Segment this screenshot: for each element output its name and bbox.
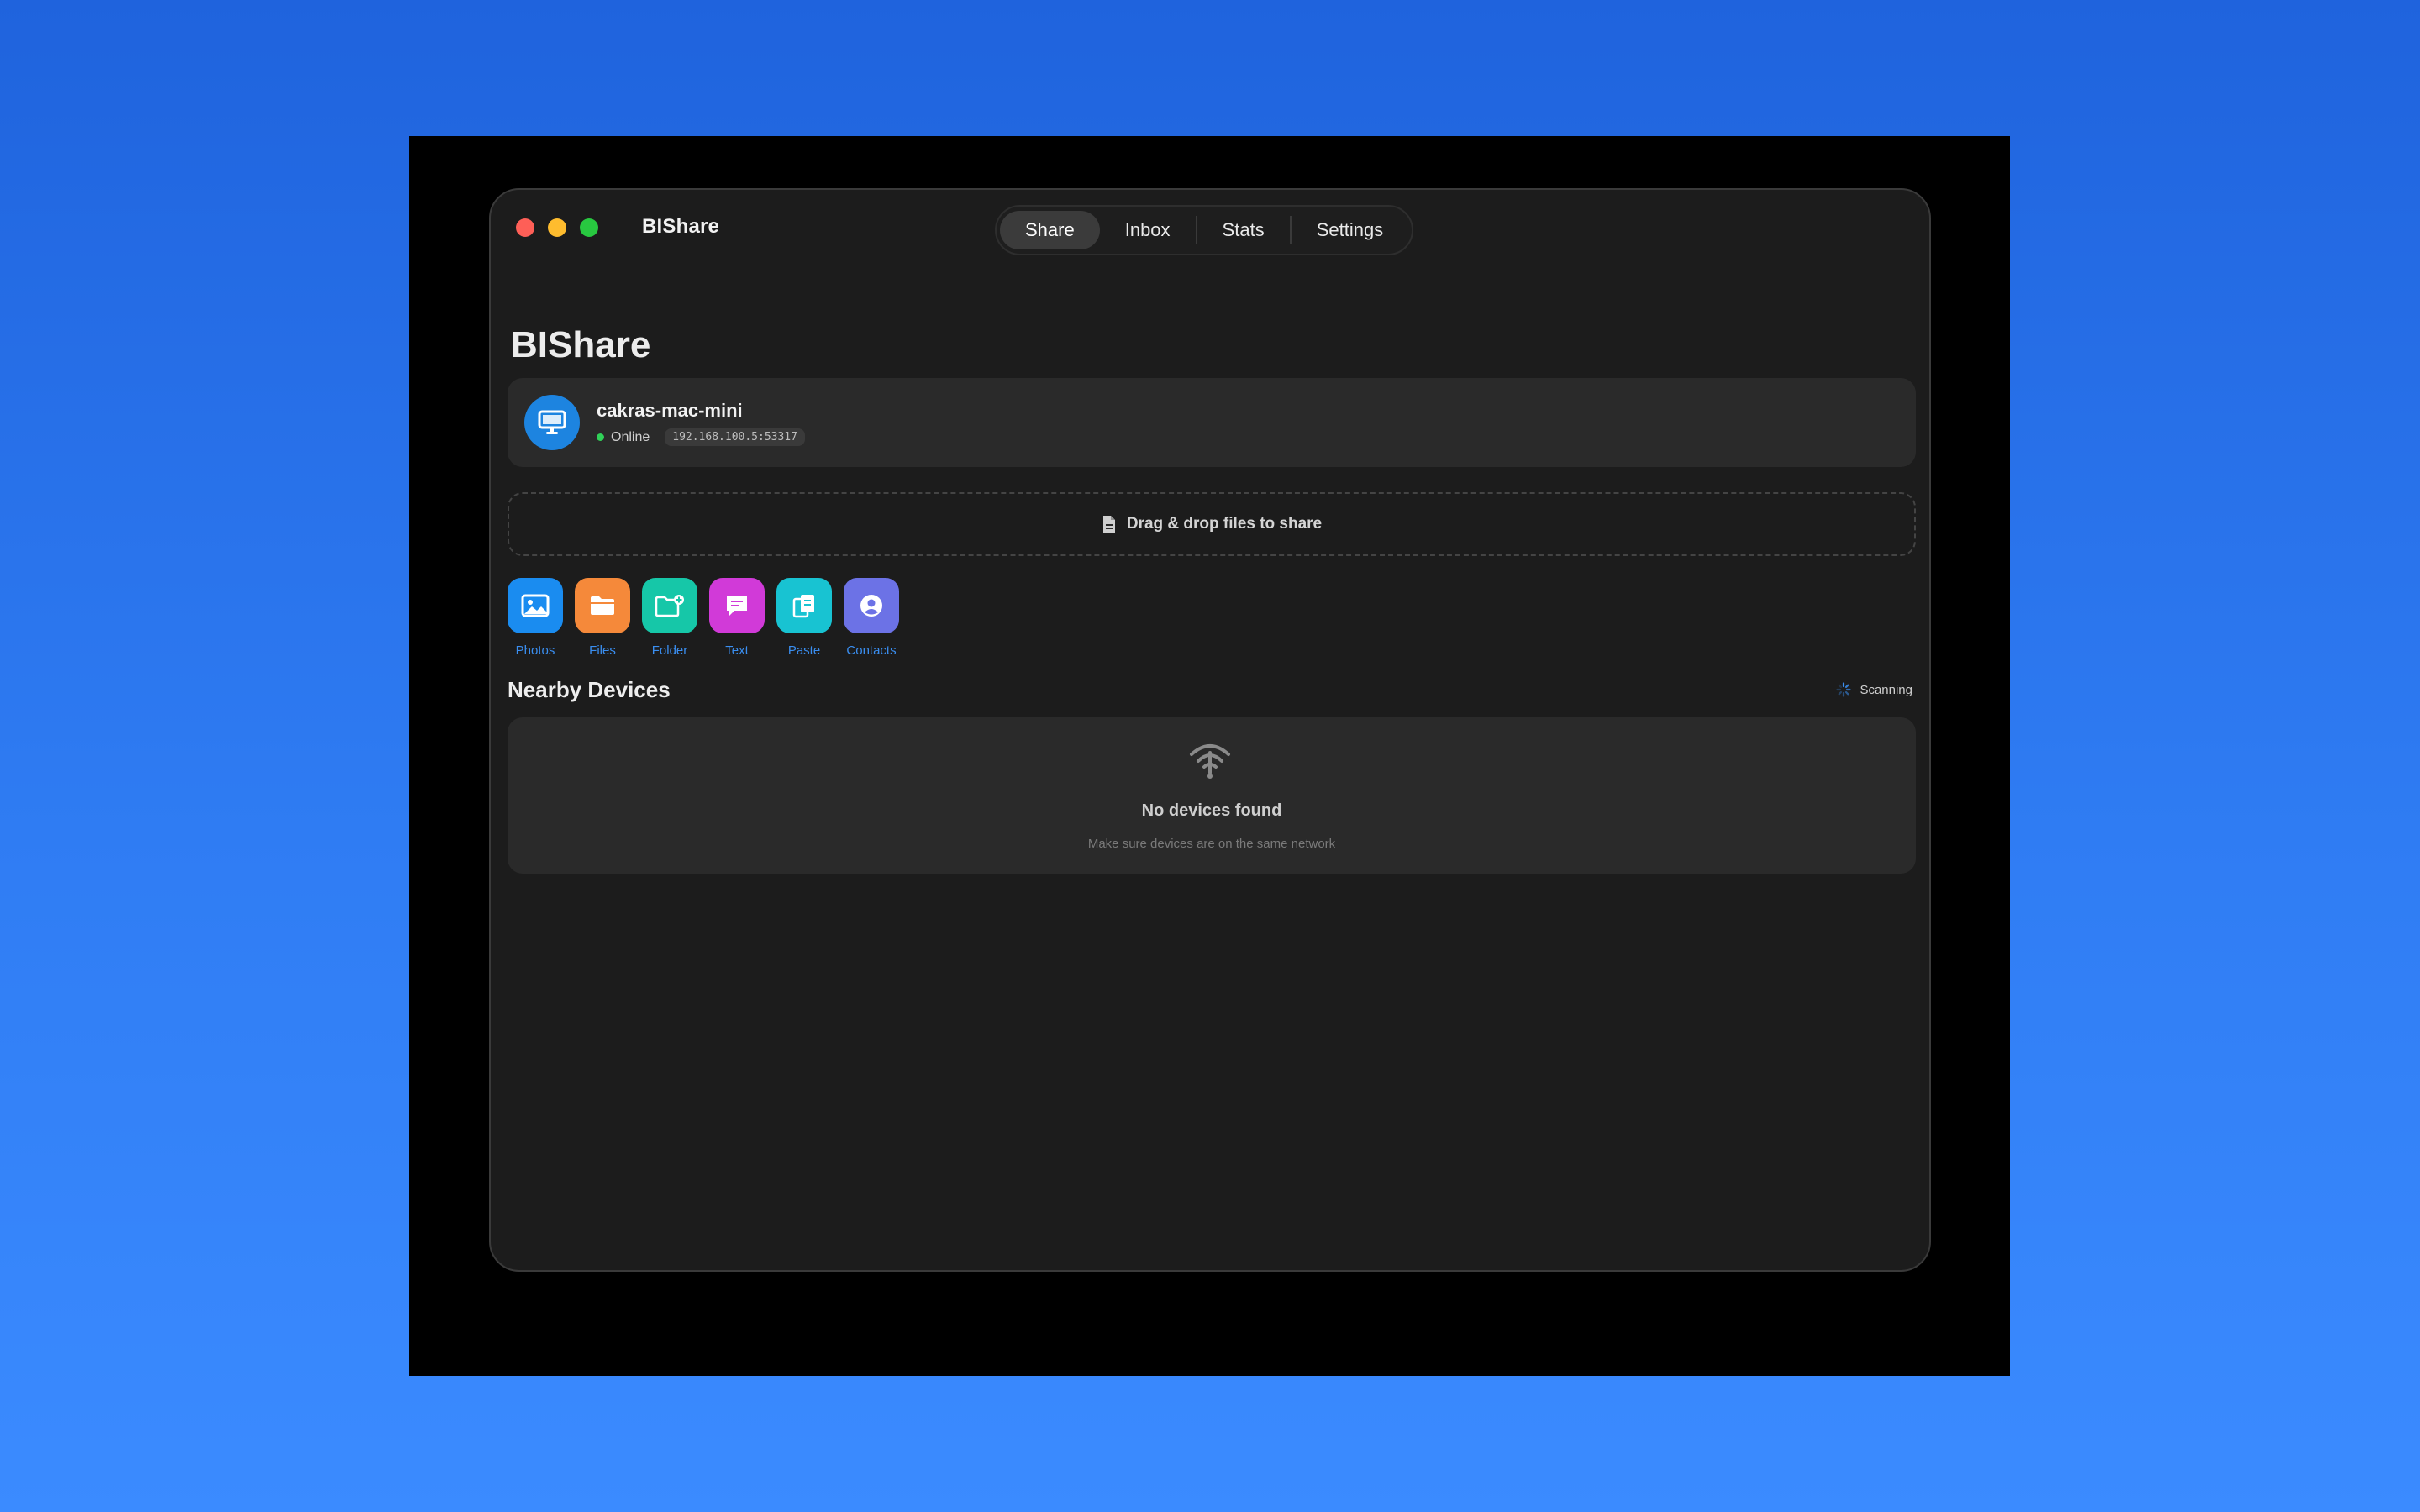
scanning-indicator: Scanning bbox=[1836, 682, 1912, 697]
text-bubble-icon bbox=[709, 578, 765, 633]
text-label: Text bbox=[725, 643, 749, 658]
window-controls bbox=[516, 218, 598, 237]
tab-bar: Share Inbox Stats Settings bbox=[995, 205, 1414, 255]
nearby-devices-title: Nearby Devices bbox=[508, 677, 671, 702]
window-title: BIShare bbox=[642, 215, 720, 238]
folder-badge-plus-icon bbox=[642, 578, 697, 633]
app-window: BIShare Share Inbox Stats Settings BISha… bbox=[489, 188, 1931, 1272]
photo-icon bbox=[508, 578, 563, 633]
tab-stats[interactable]: Stats bbox=[1197, 211, 1290, 249]
zoom-window-button[interactable] bbox=[580, 218, 598, 237]
drop-zone[interactable]: Drag & drop files to share bbox=[508, 492, 1916, 556]
clipboard-icon bbox=[776, 578, 832, 633]
folder-button[interactable]: Folder bbox=[642, 578, 697, 658]
share-actions: Photos Files Folder Text Paste Contacts bbox=[508, 578, 899, 658]
device-name: cakras-mac-mini bbox=[597, 400, 743, 421]
tab-share[interactable]: Share bbox=[1000, 211, 1100, 249]
paste-label: Paste bbox=[787, 643, 821, 658]
files-label: Files bbox=[589, 643, 616, 658]
empty-state-title: No devices found bbox=[1141, 801, 1282, 820]
status-text: Online bbox=[611, 429, 650, 444]
spinner-icon bbox=[1836, 682, 1852, 697]
close-window-button[interactable] bbox=[516, 218, 534, 237]
desktop-computer-icon bbox=[524, 395, 580, 450]
online-indicator bbox=[597, 433, 604, 441]
wifi-off-icon bbox=[1190, 744, 1230, 779]
document-icon bbox=[1102, 516, 1115, 533]
ip-address-badge: 192.168.100.5:53317 bbox=[665, 428, 805, 446]
page-title: BIShare bbox=[511, 324, 651, 365]
empty-state-subtitle: Make sure devices are on the same networ… bbox=[1087, 837, 1336, 851]
paste-button[interactable]: Paste bbox=[776, 578, 832, 658]
folder-icon bbox=[575, 578, 630, 633]
person-circle-icon bbox=[844, 578, 899, 633]
tab-inbox[interactable]: Inbox bbox=[1100, 211, 1196, 249]
tab-settings[interactable]: Settings bbox=[1292, 211, 1409, 249]
contacts-label: Contacts bbox=[846, 643, 897, 658]
this-device-card: cakras-mac-mini Online 192.168.100.5:533… bbox=[508, 378, 1916, 467]
photos-label: Photos bbox=[515, 643, 555, 658]
device-status: Online 192.168.100.5:53317 bbox=[597, 428, 805, 446]
drop-zone-label: Drag & drop files to share bbox=[1126, 515, 1323, 533]
folder-label: Folder bbox=[651, 643, 688, 658]
text-button[interactable]: Text bbox=[709, 578, 765, 658]
contacts-button[interactable]: Contacts bbox=[844, 578, 899, 658]
scanning-label: Scanning bbox=[1860, 682, 1912, 697]
minimize-window-button[interactable] bbox=[548, 218, 566, 237]
nearby-devices-empty-state: No devices found Make sure devices are o… bbox=[508, 717, 1916, 874]
files-button[interactable]: Files bbox=[575, 578, 630, 658]
photos-button[interactable]: Photos bbox=[508, 578, 563, 658]
